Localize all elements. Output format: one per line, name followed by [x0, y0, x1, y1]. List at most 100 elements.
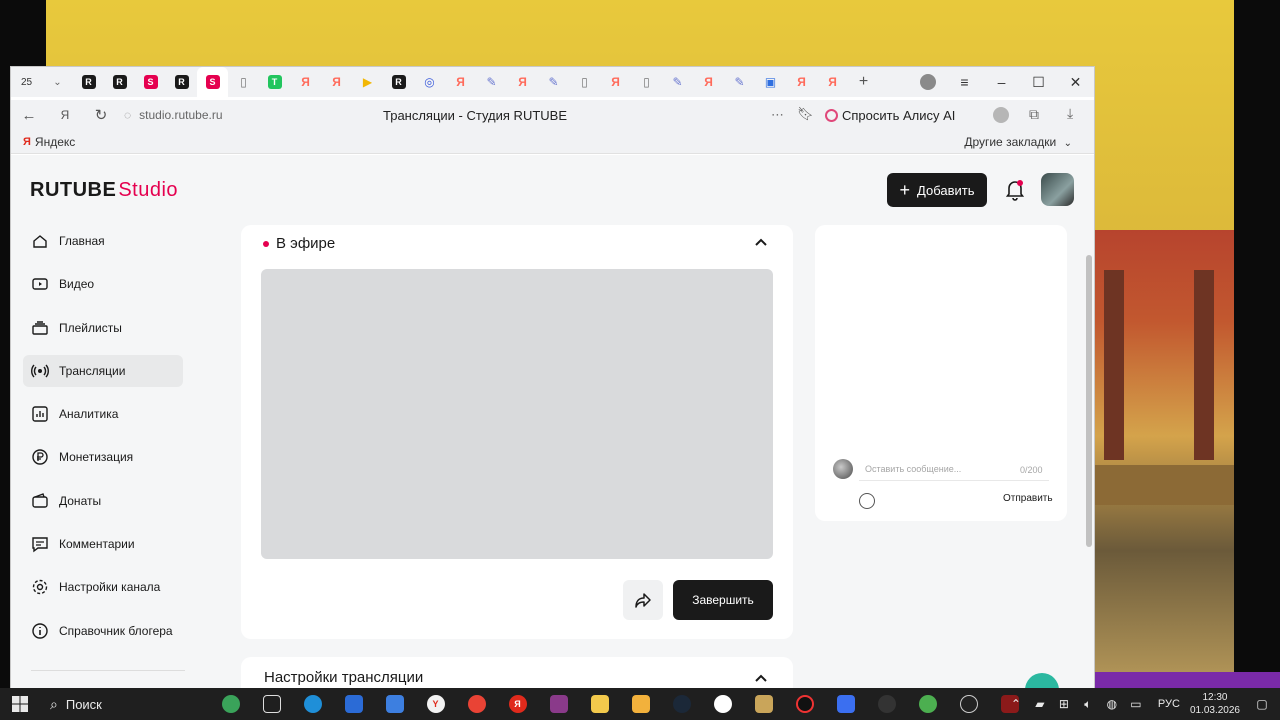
browser-tab[interactable]: Я — [507, 67, 538, 97]
close-icon[interactable]: ✕ — [1057, 67, 1094, 97]
browser-tab[interactable]: R — [166, 67, 197, 97]
back-icon[interactable]: ← — [11, 100, 47, 130]
browser-tab[interactable]: ✎ — [662, 67, 693, 97]
clock[interactable]: 12:30 01.03.2026 — [1190, 691, 1240, 717]
translate-icon[interactable] — [993, 107, 1009, 123]
add-button[interactable]: + Добавить — [887, 173, 987, 207]
editor-icon[interactable] — [579, 688, 620, 720]
finish-button[interactable]: Завершить — [673, 580, 773, 620]
tab-counter[interactable]: 25 — [11, 67, 42, 97]
store-icon[interactable] — [374, 688, 415, 720]
record-icon[interactable] — [784, 688, 825, 720]
yandex-home-icon[interactable]: Я — [47, 100, 83, 130]
sidebar-item-2[interactable]: Видео — [23, 268, 183, 300]
steam-icon[interactable] — [661, 688, 702, 720]
bell-icon[interactable] — [1005, 179, 1025, 201]
rutube-studio-logo[interactable]: RUTUBE Studio — [30, 179, 178, 202]
video-player[interactable] — [261, 269, 773, 559]
browser-tab[interactable]: ✎ — [724, 67, 755, 97]
tab-list-chevron-icon[interactable]: ⌄ — [42, 67, 73, 97]
sidebar-item-7[interactable]: Донаты — [23, 485, 183, 517]
browser-tab[interactable]: ✎ — [476, 67, 507, 97]
browser-tab[interactable]: Я — [693, 67, 724, 97]
browser-tab[interactable]: ▣ — [755, 67, 786, 97]
browser-tab[interactable]: ◎ — [414, 67, 445, 97]
chevron-up-icon[interactable] — [753, 235, 769, 251]
sidebar-item-9[interactable]: Настройки канала — [23, 571, 183, 603]
chrome-icon[interactable] — [456, 688, 497, 720]
alice-button[interactable]: Спросить Алису AI — [825, 104, 955, 126]
utorrent-icon[interactable] — [907, 688, 948, 720]
new-tab-icon[interactable]: + — [848, 67, 879, 97]
downloads-icon[interactable]: ⤓ — [1067, 105, 1073, 122]
sidebar-item-10[interactable]: Справочник блогера — [23, 615, 183, 647]
reload-icon[interactable]: ↻ — [83, 100, 119, 130]
chevron-up-icon[interactable]: ⌃ — [1004, 697, 1028, 711]
notifications-icon[interactable]: ▢ — [1250, 697, 1274, 711]
tray-app-icon[interactable]: ⊞ — [1052, 697, 1076, 711]
battery-icon[interactable]: ▭ — [1124, 697, 1148, 711]
browser-tab[interactable]: S — [135, 67, 166, 97]
emoji-icon[interactable] — [859, 493, 875, 509]
profile-avatar-icon[interactable] — [909, 67, 946, 97]
browser-tab[interactable]: Я — [600, 67, 631, 97]
page-scrollbar[interactable] — [1085, 155, 1094, 688]
mail-icon[interactable] — [333, 688, 374, 720]
obs-icon[interactable] — [948, 688, 989, 720]
share-button[interactable] — [623, 580, 663, 620]
browser-tab[interactable]: ▯ — [228, 67, 259, 97]
tray-app-icon[interactable]: ▰ — [1028, 697, 1052, 711]
sidebar-item-4[interactable]: Трансляции — [23, 354, 183, 387]
browser-tab[interactable]: R — [73, 67, 104, 97]
sidebar-item-6[interactable]: Монетизация — [23, 441, 183, 473]
app-blue-icon[interactable] — [825, 688, 866, 720]
site-info-icon[interactable]: ◌ — [124, 108, 131, 122]
browser-tab[interactable]: ✎ — [538, 67, 569, 97]
explorer-icon[interactable] — [620, 688, 661, 720]
chevron-down-icon: ⌄ — [1063, 138, 1072, 149]
wps-icon[interactable] — [866, 688, 907, 720]
browser-tab[interactable]: ▶ — [352, 67, 383, 97]
more-icon[interactable]: ⋯ — [771, 107, 784, 123]
sidebar-item-3[interactable]: Плейлисты — [23, 312, 183, 344]
volume-icon[interactable]: 🔈︎ — [1076, 697, 1100, 712]
browser-tab[interactable]: Я — [321, 67, 352, 97]
browser-tab[interactable]: R — [104, 67, 135, 97]
browser-tab[interactable]: Я — [786, 67, 817, 97]
minimize-icon[interactable]: – — [983, 67, 1020, 97]
bookmark-yandex[interactable]: Я Яндекс — [23, 135, 75, 149]
taskbar-search[interactable]: ⌕ Поиск — [40, 688, 210, 720]
bookmark-icon[interactable]: 🔖︎ — [797, 106, 814, 122]
browser-tab[interactable]: Я — [290, 67, 321, 97]
yandex-browser-icon[interactable]: Y — [415, 688, 456, 720]
sidebar-item-1[interactable]: Главная — [23, 225, 183, 257]
language-indicator[interactable]: РУС — [1158, 698, 1180, 710]
browser-tab[interactable]: S — [197, 67, 228, 97]
unreal-icon[interactable] — [702, 688, 743, 720]
browser-tab[interactable]: T — [259, 67, 290, 97]
chevron-up-icon[interactable] — [753, 671, 769, 687]
collections-icon[interactable]: ⧉ — [1029, 106, 1039, 123]
yandex-icon[interactable]: Я — [497, 688, 538, 720]
widgets-icon[interactable] — [210, 688, 251, 720]
other-bookmarks[interactable]: Другие закладки ⌄ — [964, 135, 1072, 149]
help-button[interactable] — [1025, 673, 1059, 688]
browser-tab[interactable]: Я — [445, 67, 476, 97]
browser-tab[interactable]: R — [383, 67, 414, 97]
windows-start-icon[interactable] — [0, 688, 40, 720]
network-icon[interactable]: ◍ — [1100, 697, 1124, 711]
winrar-icon[interactable] — [538, 688, 579, 720]
avatar[interactable] — [1041, 173, 1074, 206]
task-view-icon[interactable] — [251, 688, 292, 720]
send-button[interactable]: Отправить — [1003, 493, 1053, 504]
browser-tab[interactable]: ▯ — [569, 67, 600, 97]
menu-icon[interactable]: ≡ — [946, 67, 983, 97]
sidebar-item-8[interactable]: Комментарии — [23, 528, 183, 560]
media-player-icon[interactable] — [743, 688, 784, 720]
maximize-icon[interactable]: ☐ — [1020, 67, 1057, 97]
scrollbar-thumb[interactable] — [1086, 255, 1092, 547]
browser-tab[interactable]: Я — [817, 67, 848, 97]
browser-tab[interactable]: ▯ — [631, 67, 662, 97]
sidebar-item-5[interactable]: Аналитика — [23, 398, 183, 430]
edge-icon[interactable] — [292, 688, 333, 720]
